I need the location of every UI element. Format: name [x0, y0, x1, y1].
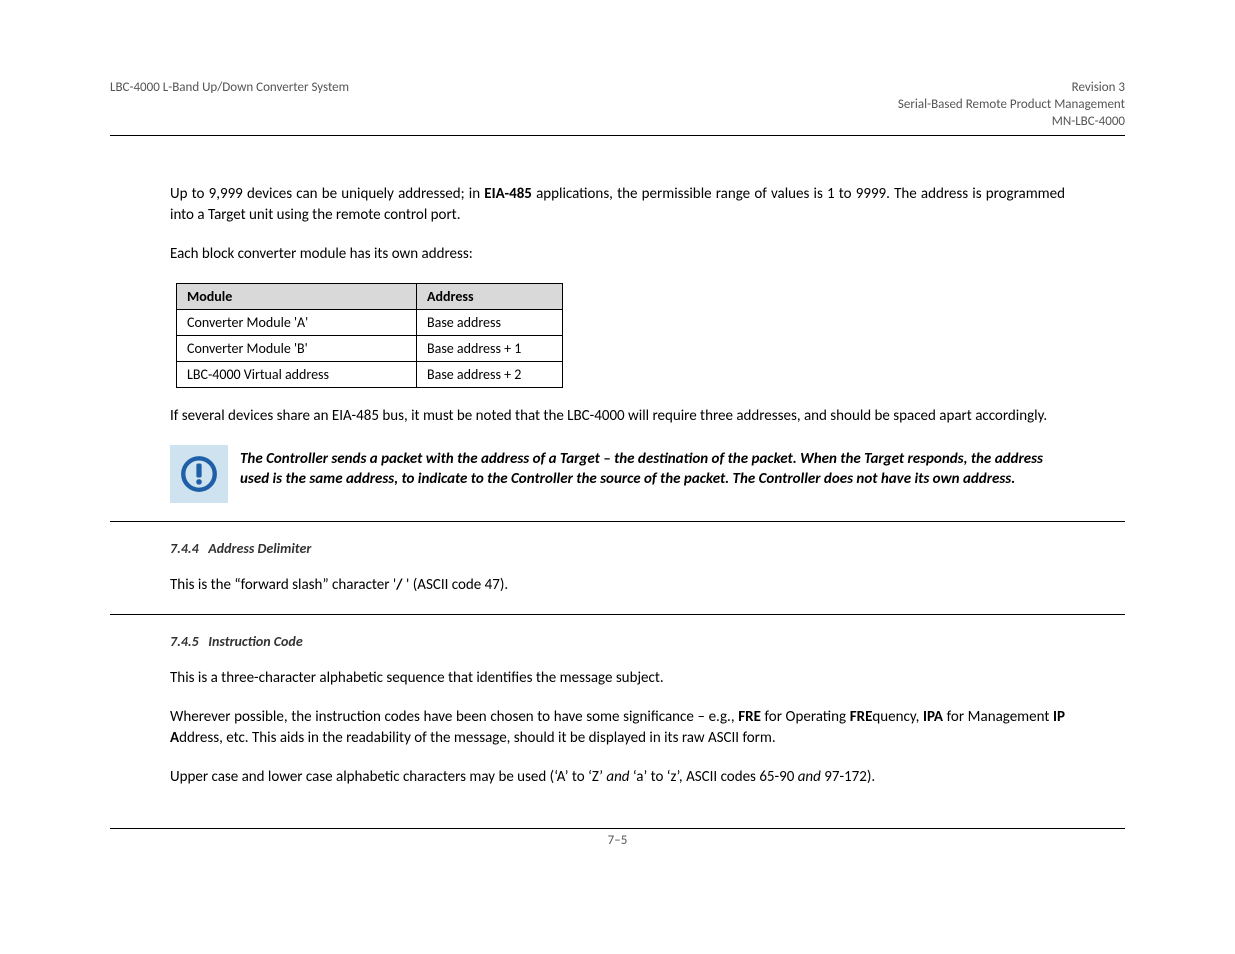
page-number: 7–5 [608, 833, 628, 848]
table-cell: Base address [417, 309, 563, 335]
text-run: ddress, etc. This aids in the readabilit… [179, 729, 776, 747]
section-divider: 7.4.5 Instruction Code [110, 614, 1125, 650]
table-row: LBC-4000 Virtual address Base address + … [177, 361, 563, 387]
text-run: 97-172). [821, 768, 875, 786]
section-number: 7.4.5 [170, 633, 199, 650]
important-icon [170, 445, 228, 503]
page-header: LBC-4000 L-Band Up/Down Converter System… [110, 80, 1125, 136]
header-docnum: MN-LBC-4000 [1052, 114, 1125, 129]
table-row: Converter Module 'B' Base address + 1 [177, 335, 563, 361]
note-text: The Controller sends a packet with the a… [240, 445, 1065, 490]
paragraph: Each block converter module has its own … [170, 244, 1065, 265]
table-cell: Base address + 1 [417, 335, 563, 361]
italic-run: and [606, 768, 629, 786]
address-table: Module Address Converter Module 'A' Base… [176, 283, 563, 388]
header-rev: Revision 3 [1072, 80, 1125, 95]
table-cell: LBC-4000 Virtual address [177, 361, 417, 387]
bold-run: EIA-485 [484, 185, 532, 203]
bold-run: FRE [738, 708, 761, 726]
bold-run: FRE [850, 708, 873, 726]
text-run: ' (ASCII code 47). [403, 576, 509, 594]
table-cell: Converter Module 'A' [177, 309, 417, 335]
section-title: 7.4.4 Address Delimiter [170, 540, 1065, 557]
italic-run: and [798, 768, 821, 786]
text-run: Upper case and lower case alphabetic cha… [170, 768, 606, 786]
note-block: The Controller sends a packet with the a… [170, 445, 1065, 503]
table-cell: Converter Module 'B' [177, 335, 417, 361]
header-left: LBC-4000 L-Band Up/Down Converter System [110, 80, 349, 131]
text-run: for Management [943, 708, 1053, 726]
page-footer: 7–5 [110, 828, 1125, 848]
text-run: Up to 9,999 devices can be uniquely addr… [170, 185, 484, 203]
section-name: Instruction Code [208, 633, 302, 650]
section-number: 7.4.4 [170, 540, 199, 557]
page-content: Up to 9,999 devices can be uniquely addr… [110, 184, 1125, 788]
table-cell: Base address + 2 [417, 361, 563, 387]
bold-run: IPA [923, 708, 943, 726]
paragraph: If several devices share an EIA-485 bus,… [170, 406, 1065, 427]
document-page: LBC-4000 L-Band Up/Down Converter System… [0, 0, 1235, 908]
paragraph: This is the “forward slash” character '/… [170, 575, 1065, 596]
text-run: This is the “forward slash” character ' [170, 576, 396, 594]
table-header: Address [417, 283, 563, 309]
section-name: Address Delimiter [208, 540, 311, 557]
table-header: Module [177, 283, 417, 309]
section-title: 7.4.5 Instruction Code [170, 633, 1065, 650]
text-run: quency, [872, 708, 923, 726]
text-run: ‘a’ to ‘z’, ASCII codes 65-90 [630, 768, 798, 786]
text-run: Wherever possible, the instruction codes… [170, 708, 738, 726]
header-section: Serial-Based Remote Product Management [898, 97, 1125, 112]
paragraph: Upper case and lower case alphabetic cha… [170, 767, 1065, 788]
paragraph: Up to 9,999 devices can be uniquely addr… [170, 184, 1065, 226]
paragraph: This is a three-character alphabetic seq… [170, 668, 1065, 689]
text-run: for Operating [761, 708, 850, 726]
table-row: Converter Module 'A' Base address [177, 309, 563, 335]
header-right: Revision 3 Serial-Based Remote Product M… [898, 80, 1125, 131]
table-header-row: Module Address [177, 283, 563, 309]
section-divider: 7.4.4 Address Delimiter [110, 521, 1125, 557]
paragraph: Wherever possible, the instruction codes… [170, 707, 1065, 749]
